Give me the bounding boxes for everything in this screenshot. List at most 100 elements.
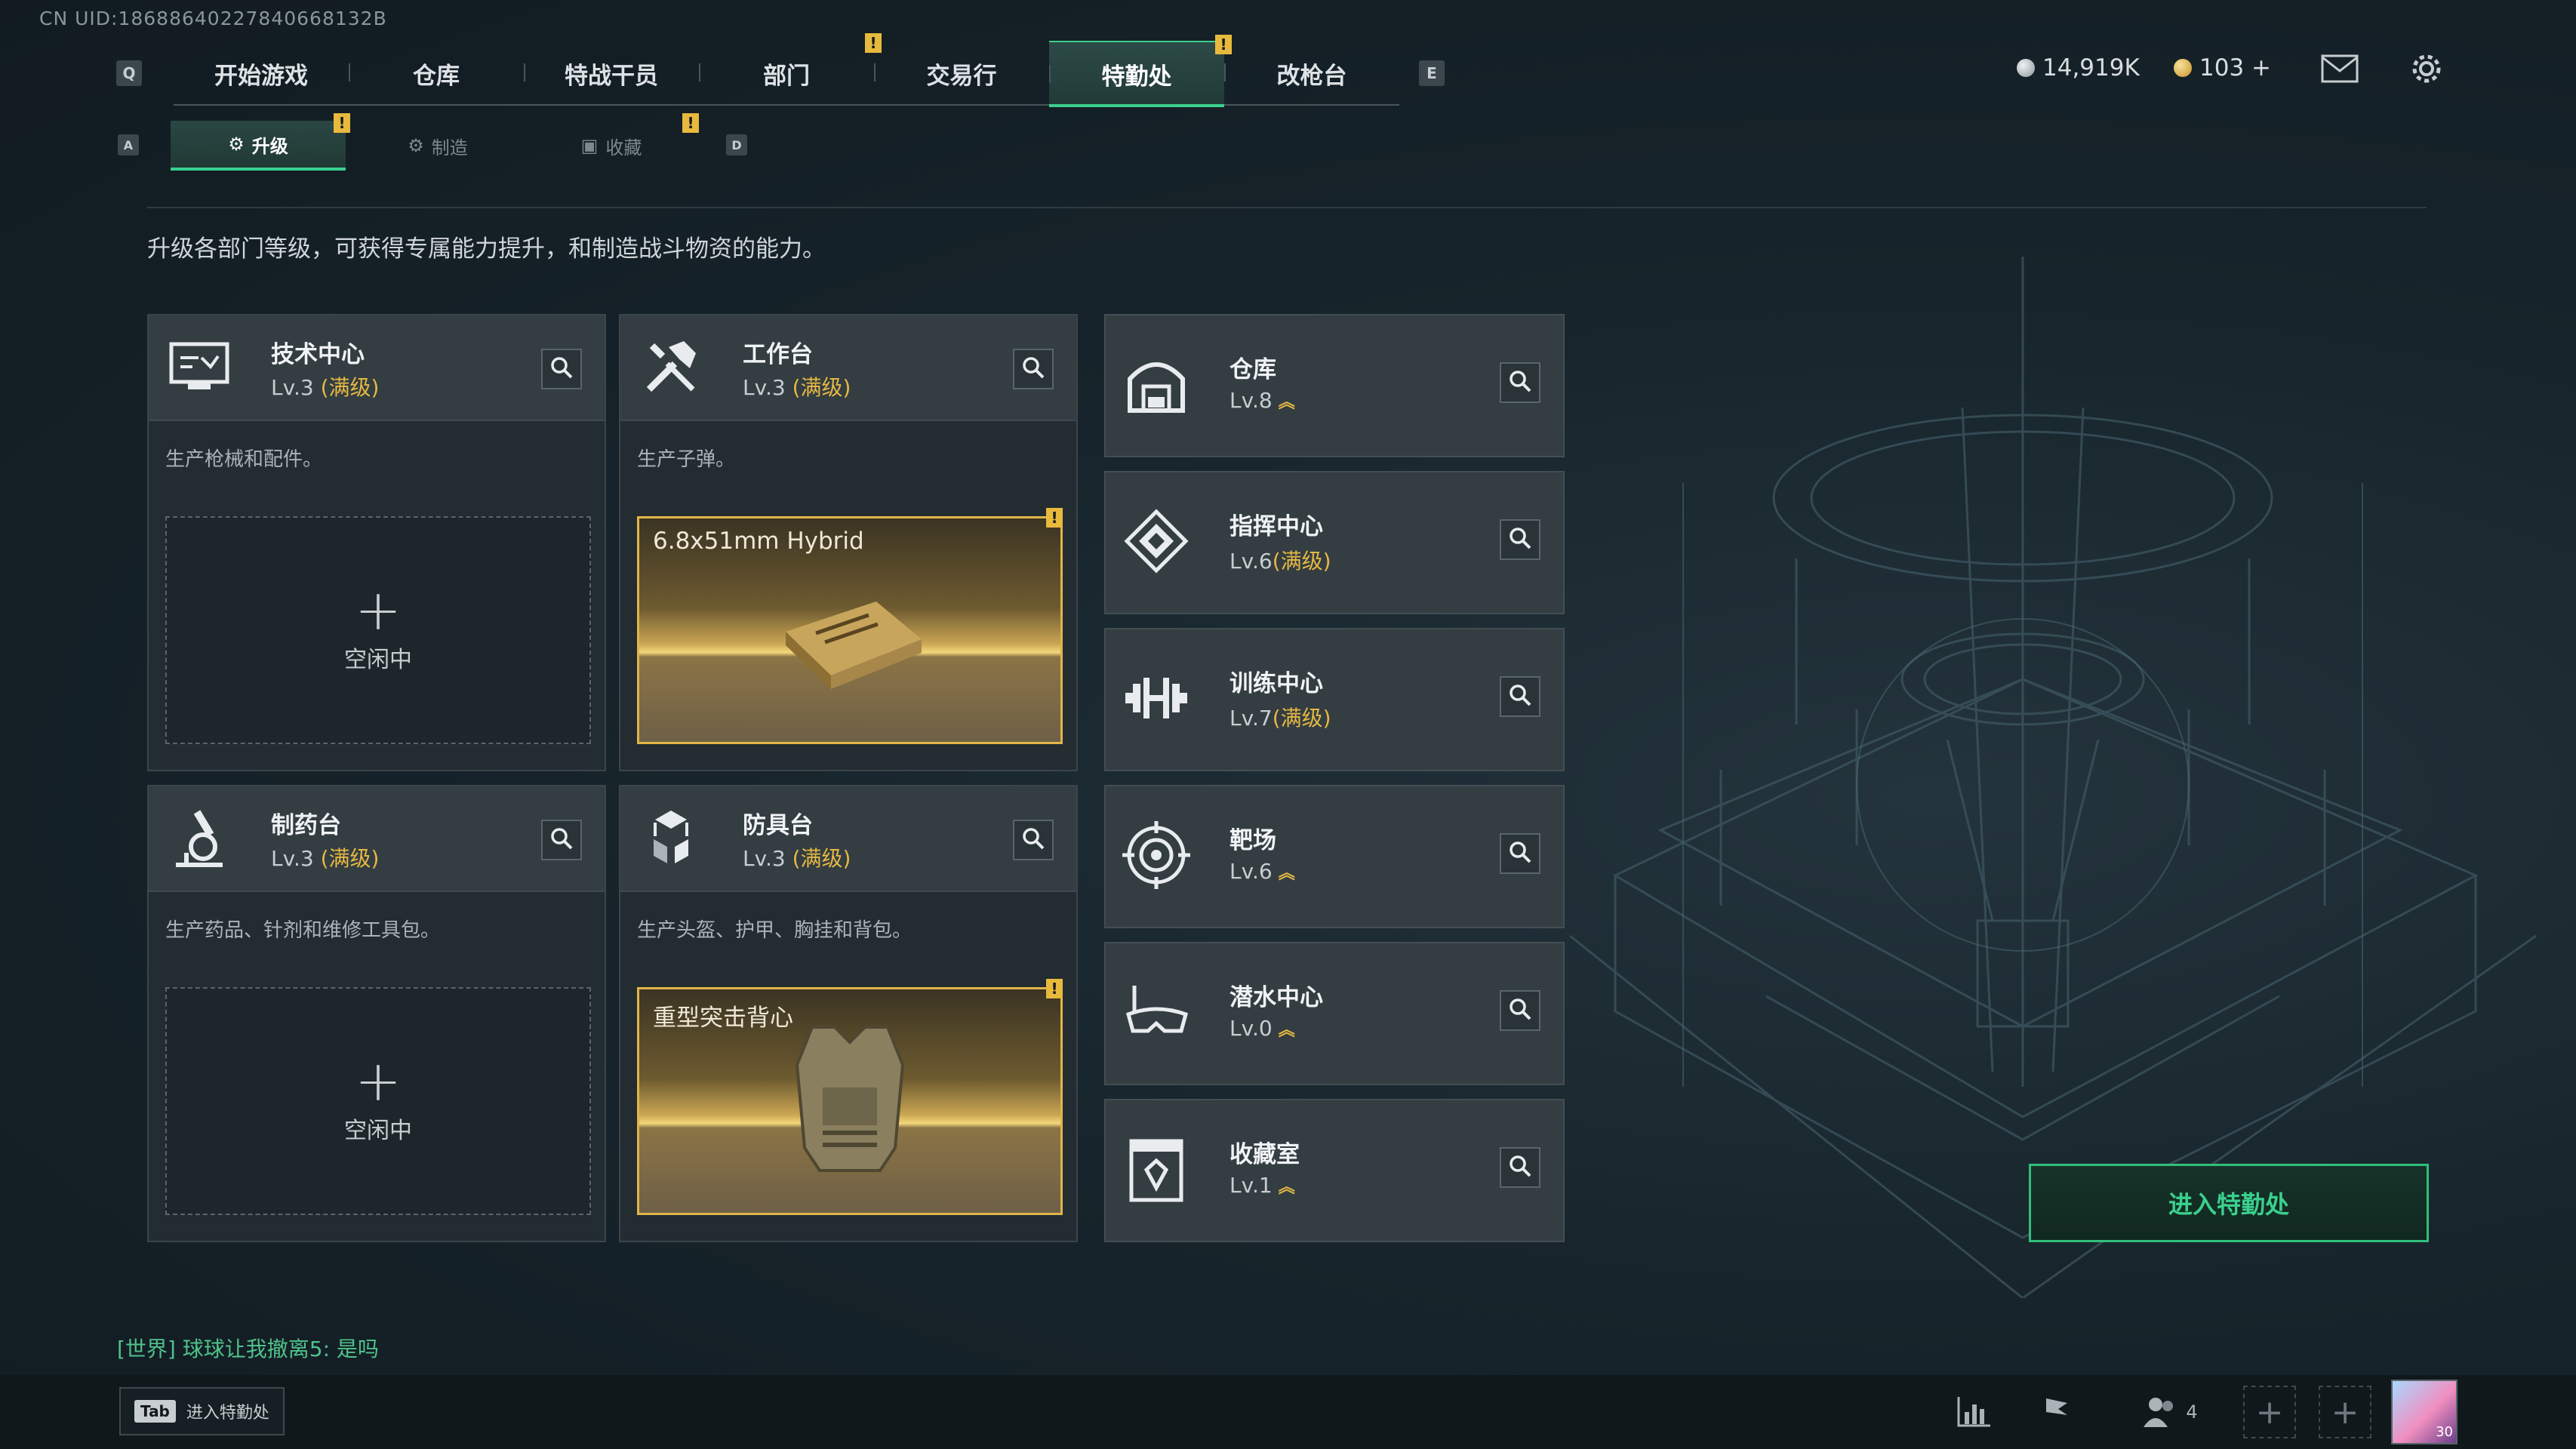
- facility-search-button[interactable]: [1500, 676, 1540, 717]
- facility-shooting-range-card[interactable]: 靶场 Lv.6 ︽: [1104, 785, 1565, 928]
- tab-start-game[interactable]: 开始游戏: [174, 41, 349, 106]
- tab-operators[interactable]: 特战干员: [524, 41, 699, 106]
- search-icon: [1509, 370, 1531, 395]
- max-level-tag: (满级): [1272, 549, 1331, 574]
- training-dumbbell-icon: [1122, 664, 1190, 732]
- facility-command-center-card[interactable]: 指挥中心 Lv.6(满级): [1104, 471, 1565, 614]
- facility-search-button[interactable]: [1500, 362, 1540, 403]
- subtab-upgrade[interactable]: ⚙ 升级 !: [171, 113, 350, 171]
- max-level-tag: (满级): [792, 375, 851, 400]
- gold-coin-icon: [2174, 59, 2192, 77]
- warehouse-icon: [1122, 350, 1190, 418]
- stats-chart-icon[interactable]: [1947, 1386, 2000, 1438]
- dept-tech-center-card[interactable]: 技术中心 Lv.3 (满级) 生产枪械和配件。 + 空闲中: [147, 314, 606, 771]
- dept-armor-bench-card[interactable]: 防具台 Lv.3 (满级) 生产头盔、护甲、胸挂和背包。 重型突击背心 !: [619, 785, 1078, 1242]
- tab-department[interactable]: 部门!: [699, 33, 882, 106]
- world-chat-message[interactable]: [世界] 球球让我撤离5: 是吗: [117, 1333, 379, 1363]
- workbench-tools-icon: [637, 334, 705, 401]
- nav-prev-key[interactable]: Q: [116, 60, 142, 86]
- department-level: Lv.3 (满级): [743, 842, 851, 872]
- tab-department-label: 部门: [763, 62, 810, 90]
- search-icon: [1022, 356, 1045, 382]
- settings-gear-icon[interactable]: [2409, 51, 2444, 89]
- level-value: Lv.3: [271, 375, 314, 400]
- tab-start-game-label: 开始游戏: [214, 62, 308, 90]
- avatar-level: 30: [2436, 1424, 2453, 1440]
- blueprint-illustration: [1570, 257, 2537, 1298]
- facility-search-button[interactable]: [1500, 833, 1540, 874]
- subtab-collection[interactable]: ▣ 收藏 !: [528, 113, 699, 171]
- facility-diving-center-card[interactable]: 潜水中心 Lv.0 ︽: [1104, 942, 1565, 1085]
- level-value: Lv.3: [743, 375, 786, 400]
- subtab-craft-label: 制造: [431, 137, 468, 158]
- facility-collection-room-card[interactable]: 收藏室 Lv.1 ︽: [1104, 1099, 1565, 1242]
- ammo-box-image: [771, 586, 929, 695]
- facility-search-button[interactable]: [1500, 1147, 1540, 1188]
- command-center-icon: [1122, 507, 1190, 575]
- player-avatar[interactable]: 30: [2391, 1380, 2458, 1444]
- level-value: Lv.8: [1230, 388, 1273, 413]
- subnav-prev-key[interactable]: A: [118, 134, 139, 155]
- level-value: Lv.3: [271, 846, 314, 871]
- upgrade-available-icon: ︽: [1278, 1021, 1295, 1040]
- facility-level: Lv.6 ︽: [1230, 859, 1295, 884]
- mail-icon[interactable]: [2321, 54, 2359, 86]
- upgrade-available-icon: ︽: [1278, 864, 1295, 883]
- nav-next-key[interactable]: E: [1419, 60, 1445, 86]
- flag-icon[interactable]: [2030, 1386, 2083, 1438]
- facility-warehouse-card[interactable]: 仓库 Lv.8 ︽: [1104, 314, 1565, 457]
- max-level-tag: (满级): [792, 846, 851, 871]
- department-name: 制药台: [271, 812, 341, 839]
- department-description: 生产药品、针剂和维修工具包。: [165, 919, 441, 942]
- facility-level: Lv.7(满级): [1230, 702, 1331, 732]
- idle-status: 空闲中: [344, 1118, 412, 1144]
- armor-crates-icon: [637, 804, 705, 872]
- dept-armor-bench-production-slot[interactable]: 重型突击背心 !: [637, 979, 1063, 1215]
- department-name: 技术中心: [271, 341, 365, 368]
- tab-gunsmith[interactable]: 改枪台: [1224, 41, 1399, 106]
- friends-button[interactable]: 4: [2128, 1386, 2211, 1438]
- tab-hint-button[interactable]: Tab 进入特勤处: [119, 1387, 285, 1435]
- dept-workbench-card[interactable]: 工作台 Lv.3 (满级) 生产子弹。 6.8x51mm Hybrid !: [619, 314, 1078, 771]
- dept-workbench-production-slot[interactable]: 6.8x51mm Hybrid !: [637, 508, 1063, 744]
- facility-name: 指挥中心: [1230, 513, 1323, 540]
- enter-special-ops-button[interactable]: 进入特勤处: [2029, 1164, 2429, 1242]
- gold-amount: 103 +: [2199, 54, 2271, 82]
- tab-trading[interactable]: 交易行: [874, 41, 1049, 106]
- level-value: Lv.6: [1230, 859, 1273, 884]
- tab-warehouse[interactable]: 仓库: [349, 41, 524, 106]
- department-description: 生产枪械和配件。: [165, 448, 323, 471]
- search-icon: [1509, 1155, 1531, 1180]
- dept-pharmacy-card[interactable]: 制药台 Lv.3 (满级) 生产药品、针剂和维修工具包。 + 空闲中: [147, 785, 606, 1242]
- department-search-button[interactable]: [1013, 820, 1054, 860]
- level-value: Lv.0: [1230, 1016, 1273, 1041]
- subtab-craft[interactable]: ⚙ 制造: [355, 121, 521, 171]
- gold-currency[interactable]: 103 +: [2174, 54, 2271, 82]
- silver-currency[interactable]: 14,919K: [2017, 54, 2140, 82]
- card-header: 防具台 Lv.3 (满级): [620, 786, 1076, 892]
- dept-tech-center-idle-slot[interactable]: + 空闲中: [165, 516, 591, 744]
- add-party-slot-2[interactable]: +: [2319, 1386, 2371, 1438]
- facility-level: Lv.6(满级): [1230, 545, 1331, 575]
- department-name: 工作台: [743, 341, 813, 368]
- subnav-next-key[interactable]: D: [726, 134, 747, 155]
- department-search-button[interactable]: [541, 820, 582, 860]
- tab-special-ops-label: 特勤处: [1101, 63, 1172, 91]
- facility-level: Lv.8 ︽: [1230, 388, 1295, 413]
- facility-training-center-card[interactable]: 训练中心 Lv.7(满级): [1104, 628, 1565, 771]
- upgrade-available-icon: ︽: [1278, 1178, 1295, 1197]
- dept-pharmacy-idle-slot[interactable]: + 空闲中: [165, 987, 591, 1215]
- silver-amount: 14,919K: [2042, 54, 2140, 82]
- department-level: Lv.3 (满级): [271, 371, 379, 401]
- tab-warehouse-label: 仓库: [413, 62, 460, 90]
- department-search-button[interactable]: [541, 349, 582, 389]
- facility-name: 潜水中心: [1230, 984, 1323, 1011]
- facility-search-button[interactable]: [1500, 990, 1540, 1031]
- search-icon: [1509, 684, 1531, 709]
- add-party-slot-1[interactable]: +: [2243, 1386, 2296, 1438]
- facility-search-button[interactable]: [1500, 519, 1540, 560]
- tab-special-ops[interactable]: 特勤处!: [1049, 35, 1232, 107]
- department-search-button[interactable]: [1013, 349, 1054, 389]
- upgrade-icon: ⚙: [228, 134, 245, 155]
- facility-name: 训练中心: [1230, 670, 1323, 697]
